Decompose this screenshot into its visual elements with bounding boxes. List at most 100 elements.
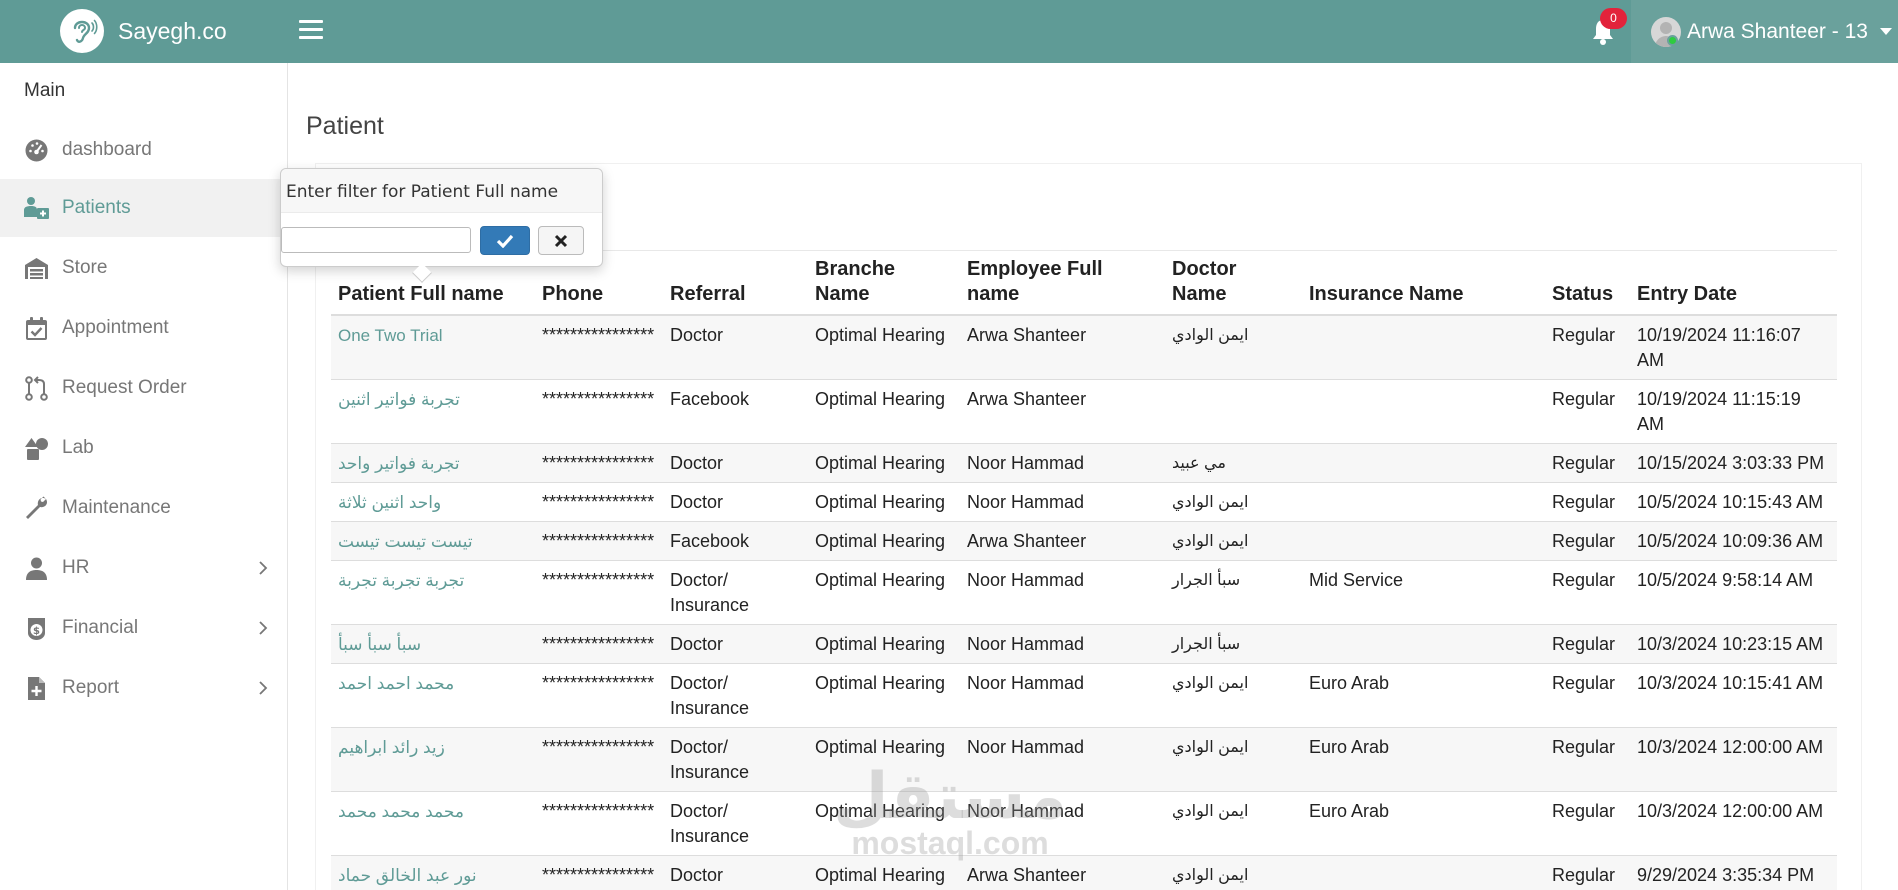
patient-name-link[interactable]: تيست تيست تيست [338, 532, 473, 551]
patient-name-link[interactable]: واحد اثنين ثلاثة [338, 493, 441, 512]
sidebar: Main dashboard Patients Store Appointmen… [0, 63, 288, 890]
sidebar-item-hr[interactable]: HR [0, 539, 288, 597]
insurance-cell [1302, 521, 1545, 561]
doctor-cell: ايمن الوادي [1165, 855, 1302, 890]
sidebar-item-label: Request Order [62, 377, 187, 398]
entry-date-cell: 10/19/2024 11:15:19 AM [1630, 379, 1837, 444]
branch-cell: Optimal Hearing [808, 791, 960, 856]
employee-cell: Noor Hammad [960, 560, 1165, 625]
employee-cell: Noor Hammad [960, 482, 1165, 522]
user-menu[interactable]: Arwa Shanteer - 13 [1631, 0, 1898, 63]
patient-name-cell: تجربة فواتير واحد [331, 443, 535, 483]
table-row: محمد احمد احمد **************** Doctor/ In… [331, 663, 1837, 728]
employee-cell: Noor Hammad [960, 727, 1165, 792]
sidebar-item-label: Store [62, 257, 108, 278]
table-row: تجربة فواتير اثنين **************** Facebo… [331, 379, 1837, 444]
status-cell: Regular [1545, 727, 1630, 792]
patient-name-link[interactable]: تجربة تجربة تجربة [338, 571, 464, 590]
sidebar-item-store[interactable]: Store [0, 239, 288, 297]
branch-cell: Optimal Hearing [808, 314, 960, 380]
menu-toggle-icon[interactable] [299, 20, 323, 42]
patient-name-link[interactable]: تجربة فواتير واحد [338, 454, 460, 473]
referral-cell: Facebook [663, 379, 808, 444]
patient-name-link[interactable]: One Two Trial [338, 326, 443, 345]
referral-cell: Doctor/ Insurance [663, 663, 808, 728]
user-name: Arwa Shanteer - 13 [1687, 19, 1868, 43]
employee-cell: Arwa Shanteer [960, 855, 1165, 890]
sidebar-item-patients[interactable]: Patients [0, 179, 288, 237]
doctor-cell: ايمن الوادي [1165, 791, 1302, 856]
column-header[interactable]: Status [1545, 250, 1630, 316]
entry-date-cell: 10/3/2024 12:00:00 AM [1630, 791, 1837, 856]
sidebar-item-label: dashboard [62, 139, 152, 160]
insurance-cell: Mid Service [1302, 560, 1545, 625]
patients-icon [24, 197, 49, 219]
entry-date-cell: 10/3/2024 12:00:00 AM [1630, 727, 1837, 792]
sidebar-item-label: Financial [62, 617, 139, 638]
branch-cell: Optimal Hearing [808, 560, 960, 625]
status-cell: Regular [1545, 482, 1630, 522]
table-row: واحد اثنين ثلاثة **************** Doctor Op… [331, 482, 1837, 522]
column-header[interactable]: Referral [663, 250, 808, 316]
phone-cell: **************** [535, 663, 663, 728]
svg-text:$: $ [33, 626, 40, 637]
column-header[interactable]: Entry Date [1630, 250, 1837, 316]
ear-logo-icon [60, 9, 104, 53]
patient-name-link[interactable]: زيد رائد ابراهيم [338, 738, 445, 757]
patient-name-link[interactable]: نور عبد الخالق حماد [338, 866, 477, 885]
status-cell: Regular [1545, 314, 1630, 380]
patient-name-link[interactable]: سبأ سبأ سبأ [338, 635, 421, 654]
patient-name-cell: سبأ سبأ سبأ [331, 624, 535, 664]
check-icon [496, 234, 514, 248]
phone-cell: **************** [535, 727, 663, 792]
column-header[interactable]: Employee Full name [960, 250, 1165, 316]
phone-cell: **************** [535, 482, 663, 522]
table-body: One Two Trial **************** Doctor Optim… [331, 314, 1837, 890]
branch-cell: Optimal Hearing [808, 855, 960, 890]
column-header[interactable]: Branche Name [808, 250, 960, 316]
insurance-cell: Euro Arab [1302, 791, 1545, 856]
column-header[interactable]: Doctor Name [1165, 250, 1302, 316]
branch-cell: Optimal Hearing [808, 521, 960, 561]
sidebar-item-appointment[interactable]: Appointment [0, 299, 288, 357]
filter-input[interactable] [281, 227, 471, 253]
clear-filter-button[interactable] [538, 226, 584, 255]
referral-cell: Doctor [663, 443, 808, 483]
referral-cell: Doctor [663, 624, 808, 664]
status-cell: Regular [1545, 663, 1630, 728]
filter-header: Enter filter for Patient Full name [281, 169, 602, 213]
brand[interactable]: Sayegh.co [60, 8, 227, 54]
patient-name-link[interactable]: تجربة فواتير اثنين [338, 390, 460, 409]
patient-name-cell: تيست تيست تيست [331, 521, 535, 561]
patient-name-link[interactable]: محمد احمد احمد [338, 674, 454, 693]
phone-cell: **************** [535, 560, 663, 625]
branch-cell: Optimal Hearing [808, 482, 960, 522]
patient-name-link[interactable]: محمد محمد محمد [338, 802, 464, 821]
doctor-cell: سبأ الجرار [1165, 624, 1302, 664]
phone-cell: **************** [535, 624, 663, 664]
insurance-cell: Euro Arab [1302, 727, 1545, 792]
sidebar-item-lab[interactable]: Lab [0, 419, 288, 477]
referral-cell: Doctor [663, 855, 808, 890]
sidebar-section-title: Main [24, 80, 66, 101]
doctor-cell: ايمن الوادي [1165, 663, 1302, 728]
apply-filter-button[interactable] [480, 226, 530, 255]
sidebar-item-report[interactable]: Report [0, 659, 288, 717]
caret-down-icon [1879, 28, 1892, 35]
financial-icon: $ [28, 618, 45, 640]
patient-name-cell: محمد محمد محمد [331, 791, 535, 856]
sidebar-item-financial[interactable]: $ Financial [0, 599, 288, 657]
table-row: سبأ سبأ سبأ **************** Doctor Optimal… [331, 624, 1837, 664]
notification-count-badge: 0 [1600, 8, 1627, 29]
table-row: One Two Trial **************** Doctor Optim… [331, 314, 1837, 380]
referral-cell: Doctor [663, 314, 808, 380]
entry-date-cell: 10/15/2024 3:03:33 PM [1630, 443, 1837, 483]
sidebar-item-request-order[interactable]: Request Order [0, 359, 288, 417]
entry-date-cell: 10/19/2024 11:16:07 AM [1630, 314, 1837, 380]
sidebar-item-maintenance[interactable]: Maintenance [0, 479, 288, 537]
report-icon [28, 677, 45, 700]
sidebar-item-dashboard[interactable]: dashboard [0, 121, 288, 179]
patient-name-cell: تجربة تجربة تجربة [331, 560, 535, 625]
column-header[interactable]: Insurance Name [1302, 250, 1545, 316]
patient-name-cell: نور عبد الخالق حماد [331, 855, 535, 890]
